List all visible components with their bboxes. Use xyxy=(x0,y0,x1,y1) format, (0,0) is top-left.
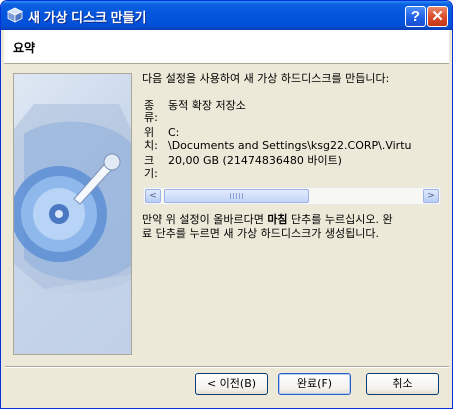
horizontal-scrollbar[interactable]: < > xyxy=(143,187,441,205)
title-bar[interactable]: 새 가상 디스크 만들기 ? ✕ xyxy=(1,1,452,30)
hard-disk-illustration xyxy=(13,73,132,355)
hard-disk-icon xyxy=(14,104,131,354)
virtualbox-cube-icon xyxy=(7,7,23,23)
window-title: 새 가상 디스크 만들기 xyxy=(28,10,147,25)
type-label-cont: 류: xyxy=(144,111,158,124)
back-button[interactable]: < 이전(B) xyxy=(195,373,268,395)
instruction-line-2: 료 단추를 누르면 새 가상 하드디스크가 생성됩니다. xyxy=(142,227,379,240)
instruction-post: 단추를 누르십시오. 완 xyxy=(287,213,393,226)
instruction-bold: 마침 xyxy=(267,213,288,226)
scroll-left-button[interactable]: < xyxy=(145,189,161,203)
close-button[interactable]: ✕ xyxy=(427,6,448,27)
help-button[interactable]: ? xyxy=(405,6,426,27)
page-title: 요약 xyxy=(13,41,36,55)
page-header: 요약 xyxy=(4,30,449,64)
size-value: 20,00 GB (21474836480 바이트) xyxy=(168,154,342,167)
type-value: 동적 확장 저장소 xyxy=(168,99,246,112)
size-label-cont: 기: xyxy=(144,167,158,180)
location-value-path: \Documents and Settings\ksg22.CORP\.Virt… xyxy=(168,140,412,152)
scroll-thumb[interactable] xyxy=(164,189,309,203)
cancel-button[interactable]: 취소 xyxy=(366,373,439,395)
location-label: 위 xyxy=(144,126,155,139)
scroll-right-button[interactable]: > xyxy=(423,189,439,203)
wizard-window: 새 가상 디스크 만들기 ? ✕ 요약 다음 설정을 사용하여 새 가상 하드디… xyxy=(0,0,453,409)
location-value-drive: C: xyxy=(168,126,180,139)
footer-divider xyxy=(5,366,449,368)
instruction-pre: 만약 위 설정이 올바르다면 xyxy=(142,213,268,226)
location-label-cont: 치: xyxy=(144,139,158,152)
finish-button[interactable]: 완료(F) xyxy=(278,373,351,395)
size-label: 크 xyxy=(144,154,155,167)
intro-text: 다음 설정을 사용하여 새 가상 하드디스크를 만듭니다: xyxy=(142,72,390,85)
location-value-clip: \Documents and Settings\ksg22.CORP\.Virt… xyxy=(161,140,441,153)
scroll-grip-icon xyxy=(230,193,244,199)
instruction-line-1: 만약 위 설정이 올바르다면 마침 단추를 누르십시오. 완 xyxy=(142,214,393,226)
